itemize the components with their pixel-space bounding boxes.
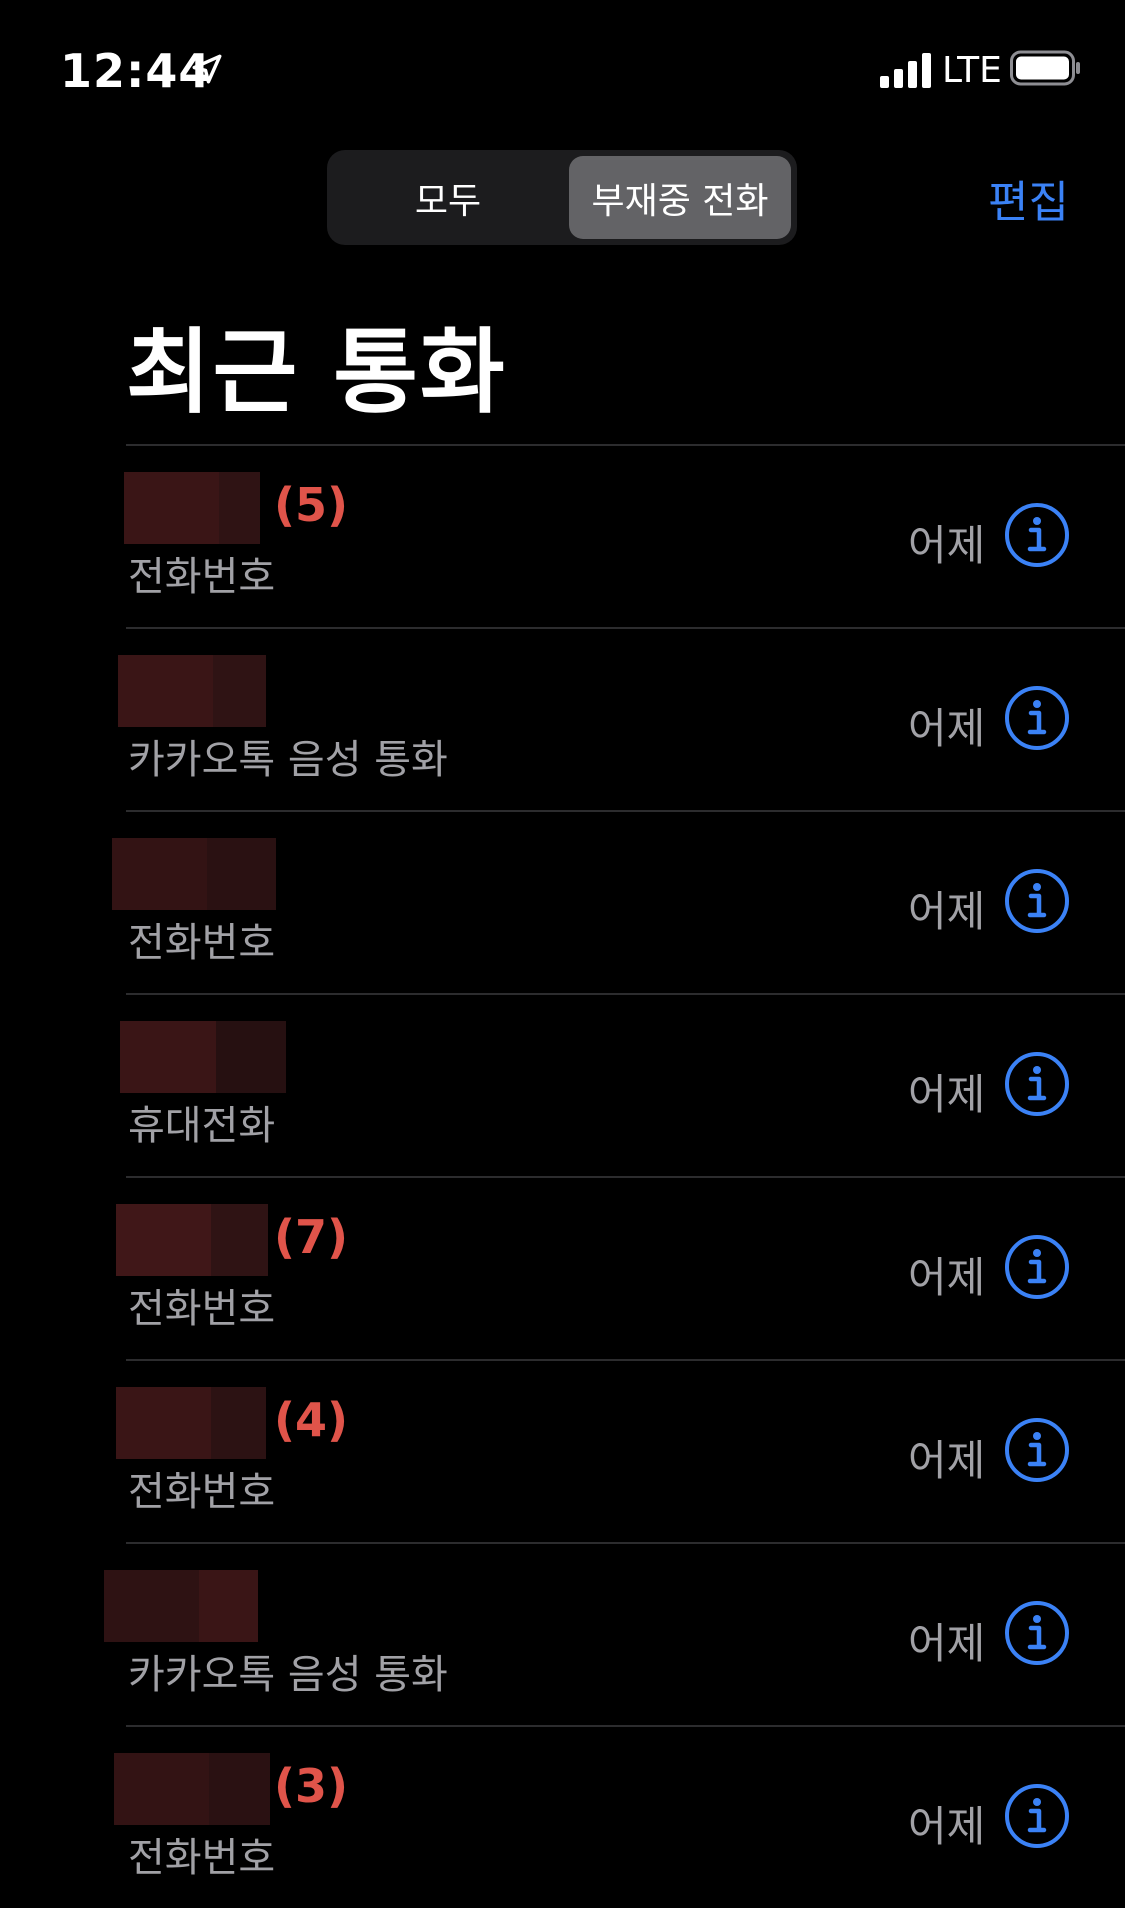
call-date: 어제	[908, 1436, 986, 1485]
call-date: 어제	[908, 704, 986, 753]
missed-call-count: (5)	[274, 478, 349, 532]
call-filter-segmented-control: 모두 부재중 전화	[327, 150, 797, 245]
redacted-caller-name	[114, 1753, 270, 1825]
redacted-caller-name	[116, 1387, 266, 1459]
call-type-label: 전화번호	[128, 554, 276, 600]
call-row[interactable]: (7) 전화번호 어제	[116, 1176, 1125, 1359]
call-type-label: 전화번호	[128, 1835, 276, 1881]
info-icon[interactable]	[1004, 1051, 1070, 1117]
network-type-label: LTE	[942, 50, 1002, 91]
call-type-label: 휴대전화	[128, 1103, 276, 1149]
call-type-label: 전화번호	[128, 920, 276, 966]
call-row[interactable]: 카카오톡 음성 통화 어제	[118, 627, 1125, 810]
missed-call-count: (4)	[274, 1393, 349, 1447]
redacted-caller-name	[118, 655, 266, 727]
redacted-caller-name	[104, 1570, 258, 1642]
info-icon[interactable]	[1004, 1234, 1070, 1300]
call-row[interactable]: (4) 전화번호 어제	[116, 1359, 1125, 1542]
cellular-signal-icon	[880, 53, 931, 88]
call-date: 어제	[908, 1619, 986, 1668]
call-type-label: 카카오톡 음성 통화	[128, 737, 448, 783]
segment-all[interactable]: 모두	[333, 156, 563, 239]
redacted-caller-name	[124, 472, 260, 544]
call-date: 어제	[908, 887, 986, 936]
call-date: 어제	[908, 521, 986, 570]
call-row[interactable]: 카카오톡 음성 통화 어제	[104, 1542, 1125, 1725]
call-row[interactable]: (3) 전화번호 어제	[114, 1725, 1125, 1908]
info-icon[interactable]	[1004, 502, 1070, 568]
call-type-label: 전화번호	[128, 1469, 276, 1515]
status-bar: 12:44 LTE	[0, 0, 1125, 140]
call-row[interactable]: 전화번호 어제	[112, 810, 1125, 993]
edit-button[interactable]: 편집	[988, 166, 1069, 230]
missed-call-count: (3)	[274, 1759, 349, 1813]
info-icon[interactable]	[1004, 1600, 1070, 1666]
call-type-label: 카카오톡 음성 통화	[128, 1652, 448, 1698]
location-arrow-icon	[192, 54, 222, 84]
missed-call-count: (7)	[274, 1210, 349, 1264]
call-row[interactable]: 휴대전화 어제	[120, 993, 1125, 1176]
info-icon[interactable]	[1004, 1783, 1070, 1849]
call-type-label: 전화번호	[128, 1286, 276, 1332]
call-date: 어제	[908, 1070, 986, 1119]
info-icon[interactable]	[1004, 685, 1070, 751]
info-icon[interactable]	[1004, 1417, 1070, 1483]
redacted-caller-name	[112, 838, 276, 910]
info-icon[interactable]	[1004, 868, 1070, 934]
segment-missed-calls[interactable]: 부재중 전화	[569, 156, 791, 239]
status-time: 12:44	[60, 44, 212, 98]
battery-icon	[1010, 50, 1080, 86]
page-title: 최근 통화	[126, 319, 507, 426]
redacted-caller-name	[116, 1204, 268, 1276]
recent-calls-list: (5) 전화번호 어제 카카오톡 음성 통화 어제 전화번호 어제 휴대전화 어…	[0, 444, 1125, 1908]
call-date: 어제	[908, 1802, 986, 1851]
call-date: 어제	[908, 1253, 986, 1302]
call-row[interactable]: (5) 전화번호 어제	[124, 444, 1125, 627]
redacted-caller-name	[120, 1021, 286, 1093]
